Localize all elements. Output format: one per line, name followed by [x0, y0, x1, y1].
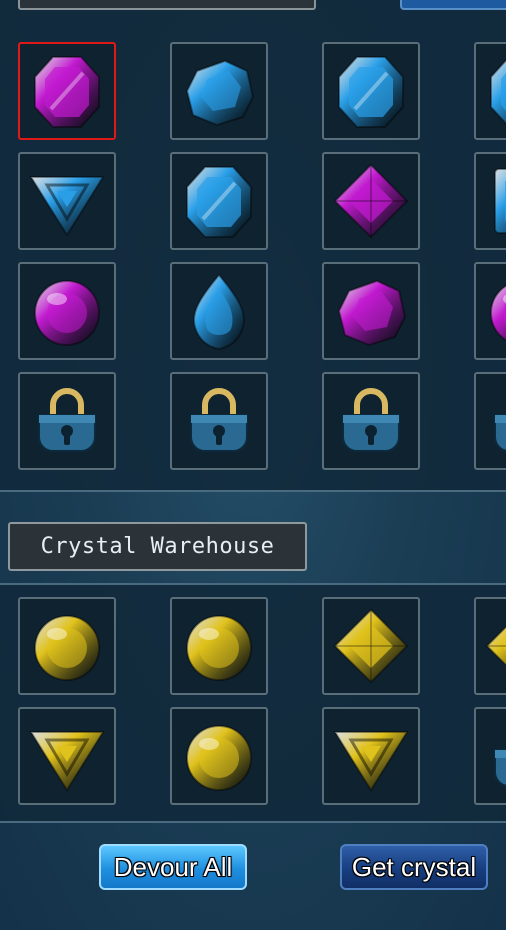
inventory-slot[interactable]	[474, 42, 506, 140]
lock-icon	[177, 379, 261, 463]
warehouse-slot[interactable]	[18, 597, 116, 695]
purple-octagon-gem-icon	[25, 49, 109, 133]
top-field	[18, 0, 316, 10]
top-button[interactable]	[400, 0, 506, 10]
gold-diamond-gem-icon	[481, 604, 506, 688]
purple-rough-crystal-icon	[329, 269, 413, 353]
inventory-slot[interactable]	[474, 372, 506, 470]
blue-triangle-gem-icon	[25, 159, 109, 243]
devour-all-button[interactable]: Devour All	[99, 844, 247, 890]
purple-round-gem-icon	[481, 269, 506, 353]
inventory-slot[interactable]	[322, 372, 420, 470]
lock-icon	[481, 714, 506, 798]
inventory-slot[interactable]	[170, 262, 268, 360]
inventory-slot[interactable]	[474, 152, 506, 250]
inventory-panel	[0, 0, 506, 492]
inventory-slot[interactable]	[170, 152, 268, 250]
warehouse-slot[interactable]	[474, 707, 506, 805]
gold-triangle-gem-icon	[25, 714, 109, 798]
lock-icon	[481, 379, 506, 463]
inventory-slot[interactable]	[170, 372, 268, 470]
warehouse-slot[interactable]	[18, 707, 116, 805]
warehouse-slot[interactable]	[322, 597, 420, 695]
inventory-slot[interactable]	[322, 152, 420, 250]
lock-icon	[329, 379, 413, 463]
gold-round-gem-icon	[25, 604, 109, 688]
gold-diamond-gem-icon	[329, 604, 413, 688]
blue-teardrop-gem-icon	[177, 269, 261, 353]
inventory-slot[interactable]	[322, 42, 420, 140]
gold-round-gem-icon	[177, 604, 261, 688]
blue-octagon-gem-icon	[329, 49, 413, 133]
inventory-slot[interactable]	[474, 262, 506, 360]
inventory-slot[interactable]	[170, 42, 268, 140]
inventory-slot[interactable]	[18, 152, 116, 250]
blue-rough-crystal-icon	[177, 49, 261, 133]
gold-round-gem-icon	[177, 714, 261, 798]
inventory-slot[interactable]	[322, 262, 420, 360]
inventory-slot[interactable]	[18, 262, 116, 360]
warehouse-panel	[0, 583, 506, 823]
warehouse-slot[interactable]	[474, 597, 506, 695]
gold-triangle-gem-icon	[329, 714, 413, 798]
purple-diamond-gem-icon	[329, 159, 413, 243]
purple-round-gem-icon	[25, 269, 109, 353]
lock-icon	[25, 379, 109, 463]
blue-octagon-gem-icon	[177, 159, 261, 243]
warehouse-slot[interactable]	[170, 707, 268, 805]
inventory-slot[interactable]	[18, 42, 116, 140]
blue-gem-icon	[481, 49, 506, 133]
warehouse-title: Crystal Warehouse	[8, 522, 307, 571]
get-crystal-button[interactable]: Get crystal	[340, 844, 488, 890]
inventory-slot[interactable]	[18, 372, 116, 470]
warehouse-slot[interactable]	[170, 597, 268, 695]
blue-square-gem-icon	[481, 159, 506, 243]
warehouse-slot[interactable]	[322, 707, 420, 805]
